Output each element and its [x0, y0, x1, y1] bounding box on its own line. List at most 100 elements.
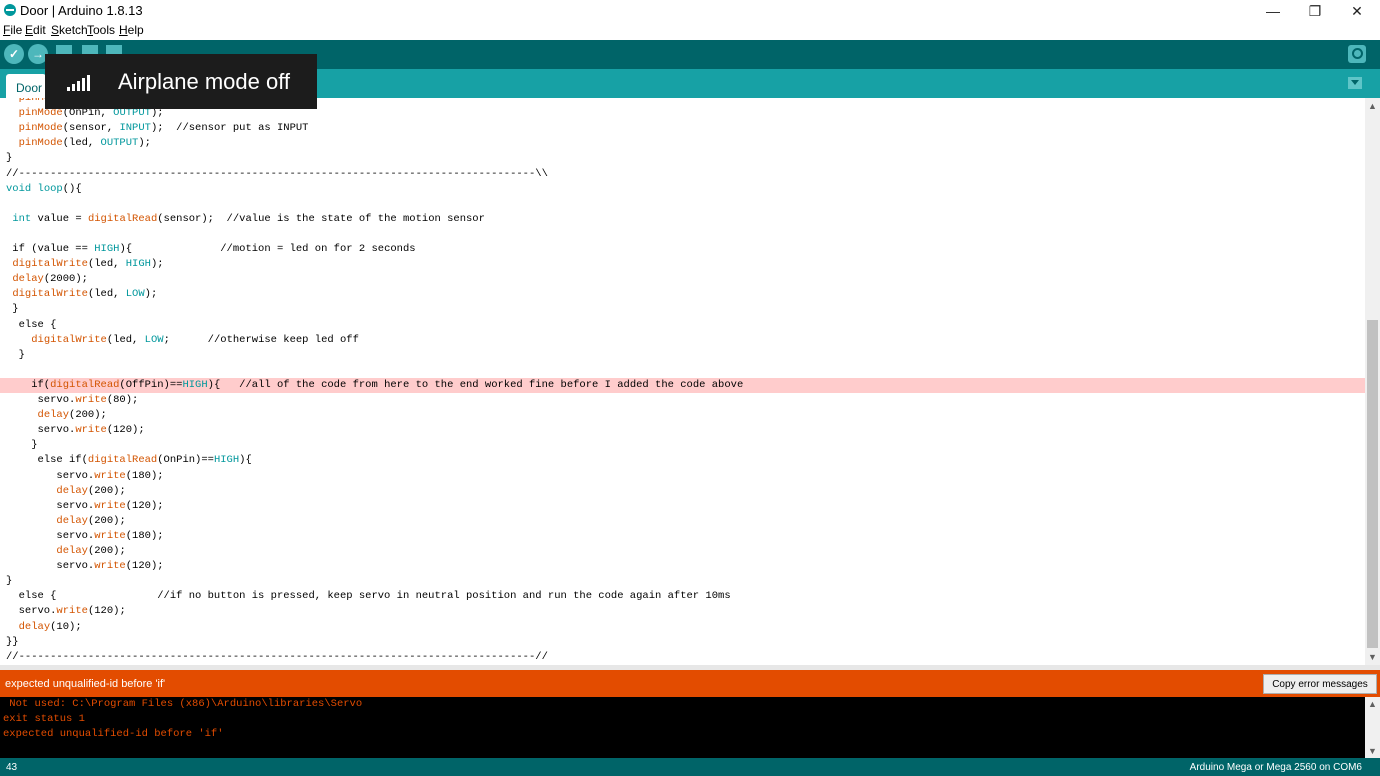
code-text: int value = digitalRead(sensor); //value… — [0, 213, 485, 225]
code-text: servo.write(120); — [0, 605, 126, 617]
code-line[interactable]: pinMode(led, OUTPUT); — [0, 136, 1365, 151]
tab-label: Door — [16, 81, 43, 95]
code-line[interactable]: else { //if no button is pressed, keep s… — [0, 589, 1365, 604]
scroll-up-arrow-icon[interactable]: ▲ — [1368, 101, 1377, 111]
code-line[interactable]: servo.write(180); — [0, 529, 1365, 544]
maximize-button[interactable]: ❐ — [1293, 0, 1337, 22]
code-token: write — [94, 529, 126, 542]
airplane-mode-toast: Airplane mode off — [45, 54, 317, 109]
scroll-up-arrow-icon[interactable]: ▲ — [1368, 699, 1377, 709]
code-token: digitalRead — [50, 378, 120, 391]
code-line[interactable]: digitalWrite(led, LOW; //otherwise keep … — [0, 333, 1365, 348]
code-line[interactable]: if (value == HIGH){ //motion = led on fo… — [0, 242, 1365, 257]
code-line[interactable] — [0, 363, 1365, 378]
menu-file[interactable]: File — [3, 23, 22, 37]
code-line[interactable] — [0, 227, 1365, 242]
code-line[interactable]: else { — [0, 318, 1365, 333]
code-line[interactable]: servo.write(120); — [0, 423, 1365, 438]
tab-door[interactable]: Door — [6, 74, 46, 98]
code-token: servo. — [6, 605, 57, 618]
menu-help[interactable]: Help — [119, 23, 144, 37]
code-token: if (value == — [6, 243, 95, 255]
code-line[interactable]: } — [0, 151, 1365, 166]
code-line[interactable]: else if(digitalRead(OnPin)==HIGH){ — [0, 453, 1365, 468]
scroll-down-arrow-icon[interactable]: ▼ — [1368, 652, 1377, 662]
code-token: (led, — [87, 288, 126, 301]
code-line[interactable]: delay(200); — [0, 514, 1365, 529]
code-line[interactable]: int value = digitalRead(sensor); //value… — [0, 212, 1365, 227]
code-line[interactable]: servo.write(120); — [0, 499, 1365, 514]
code-token: HIGH — [94, 243, 120, 255]
code-text: } — [0, 303, 18, 315]
error-bar: expected unqualified-id before 'if' Copy… — [0, 670, 1380, 697]
code-text: servo.write(120); — [0, 499, 164, 512]
code-text: servo.write(180); — [0, 529, 163, 542]
code-line[interactable]: } — [0, 302, 1365, 317]
verify-button[interactable]: ✓ — [4, 44, 24, 64]
code-line[interactable]: delay(200); — [0, 408, 1365, 423]
code-line[interactable]: delay(200); — [0, 484, 1365, 499]
code-line[interactable]: } — [0, 348, 1365, 363]
editor-scrollbar[interactable]: ▲ ▼ — [1365, 98, 1380, 665]
code-token: HIGH — [182, 378, 208, 391]
code-line[interactable]: delay(200); — [0, 544, 1365, 559]
code-text: servo.write(120); — [0, 560, 163, 572]
code-line[interactable]: } — [0, 574, 1365, 589]
code-line[interactable]: digitalWrite(led, HIGH); — [0, 257, 1365, 272]
code-token: delay — [37, 409, 70, 422]
menu-sketch[interactable]: Sketch — [51, 23, 88, 37]
error-highlighted-line[interactable]: if(digitalRead(OffPin)==HIGH){ //all of … — [0, 377, 1365, 393]
code-token: else { //if no button is pressed, keep s… — [6, 590, 731, 603]
code-token: LOW — [125, 288, 145, 301]
scrollbar-thumb[interactable] — [1367, 320, 1378, 648]
code-line[interactable]: delay(2000); — [0, 272, 1365, 287]
tab-menu-dropdown[interactable] — [1348, 77, 1362, 89]
console-scrollbar[interactable]: ▲ ▼ — [1365, 697, 1380, 758]
code-line[interactable]: pinMode(sensor, INPUT); //sensor put as … — [0, 121, 1365, 136]
code-line[interactable]: servo.write(120); — [0, 604, 1365, 619]
serial-monitor-button[interactable] — [1348, 45, 1366, 63]
console-output[interactable]: Not used: C:\Program Files (x86)\Arduino… — [0, 697, 1365, 758]
minimize-button[interactable]: — — [1251, 0, 1295, 22]
menu-tools[interactable]: Tools — [87, 23, 115, 37]
code-text: void loop(){ — [0, 183, 82, 195]
code-line[interactable]: } — [0, 438, 1365, 453]
code-token: write — [75, 394, 107, 406]
code-line[interactable] — [0, 197, 1365, 212]
code-line[interactable]: //--------------------------------------… — [0, 650, 1365, 665]
code-token: ){ //all of the code from here to the en… — [207, 378, 744, 391]
code-token: OUTPUT — [100, 137, 139, 150]
code-text: delay(200); — [0, 485, 125, 497]
code-token: ){ — [239, 454, 252, 467]
scroll-down-arrow-icon[interactable]: ▼ — [1368, 746, 1377, 756]
code-line[interactable]: digitalWrite(led, LOW); — [0, 287, 1365, 302]
menu-edit[interactable]: Edit — [25, 23, 46, 37]
code-token: HIGH — [213, 454, 240, 467]
code-line[interactable]: servo.write(120); — [0, 559, 1365, 574]
code-line[interactable]: //--------------------------------------… — [0, 167, 1365, 182]
code-text: delay(200); — [0, 409, 107, 421]
close-button[interactable]: ✕ — [1335, 0, 1379, 22]
copy-error-messages-button[interactable]: Copy error messages — [1263, 674, 1377, 694]
code-line[interactable]: }} — [0, 635, 1365, 650]
line-number: 43 — [6, 762, 18, 773]
code-token: (80); — [106, 394, 139, 406]
code-token: (200); — [87, 545, 126, 557]
code-line[interactable]: delay(10); — [0, 620, 1365, 635]
code-text: else if(digitalRead(OnPin)==HIGH){ — [0, 454, 252, 466]
code-token: (120); — [125, 499, 164, 512]
code-token: //--------------------------------------… — [6, 167, 548, 180]
code-text: } — [0, 575, 12, 587]
code-line[interactable]: void loop(){ — [0, 182, 1365, 197]
code-line[interactable]: servo.write(180); — [0, 469, 1365, 484]
code-line[interactable]: servo.write(80); — [0, 393, 1365, 408]
code-editor[interactable]: pinMode(OffPin, INPUT); pinMode(OnPin, O… — [0, 98, 1365, 665]
code-text: if(digitalRead(OffPin)==HIGH){ //all of … — [0, 379, 743, 391]
code-text: servo.write(80); — [0, 394, 139, 406]
